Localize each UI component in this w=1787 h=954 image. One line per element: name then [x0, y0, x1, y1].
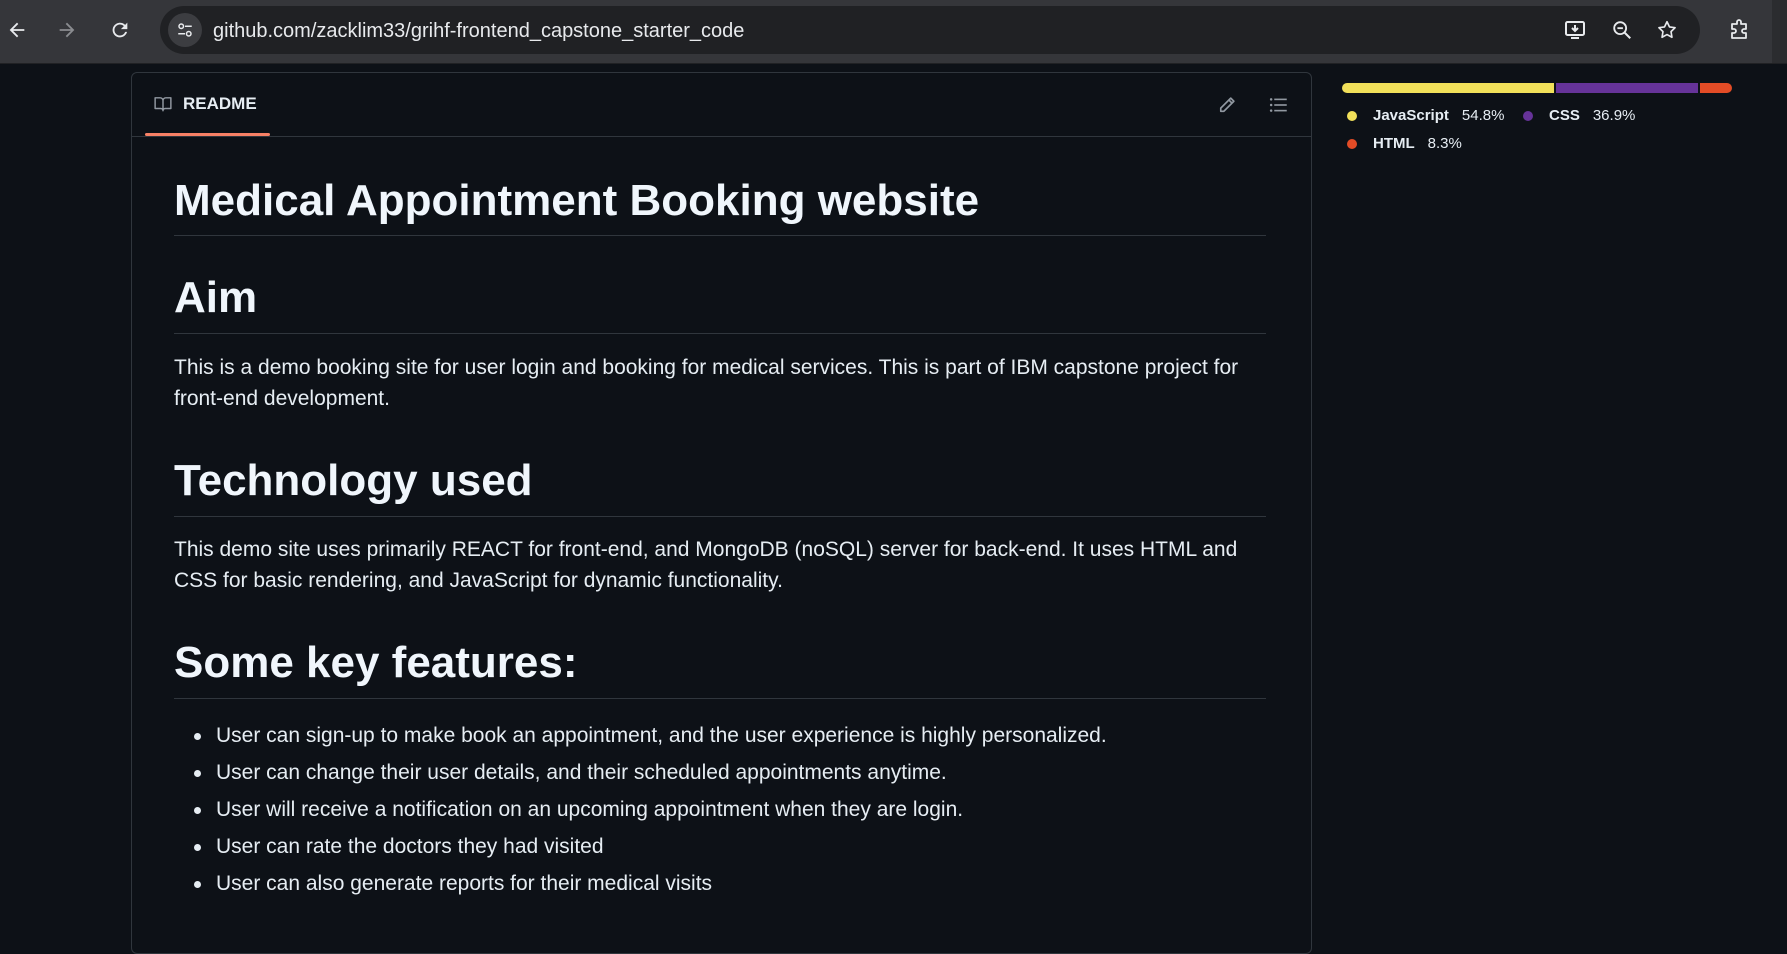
readme-tab[interactable]: README [145, 73, 270, 135]
reload-button[interactable] [103, 13, 137, 47]
puzzle-icon [1731, 19, 1747, 39]
arrow-left-icon [9, 22, 25, 38]
language-item-css[interactable]: CSS 36.9% [1523, 107, 1635, 124]
language-percent: 54.8% [1461, 107, 1505, 124]
language-item-javascript[interactable]: JavaScript 54.8% [1347, 107, 1504, 124]
active-tab-indicator [145, 133, 270, 136]
section-heading: Technology used [174, 456, 533, 505]
section-paragraph: This is a demo booking site for user log… [174, 356, 1239, 410]
arrow-right-icon [59, 22, 75, 38]
language-color-dot [1523, 110, 1533, 121]
back-button[interactable] [0, 13, 34, 47]
heading-divider [174, 698, 1266, 699]
site-info-button[interactable] [168, 13, 202, 47]
list-item: User will receive a notification on an u… [174, 791, 1266, 828]
list-item: User can rate the doctors they had visit… [174, 828, 1266, 865]
language-name: CSS [1549, 107, 1580, 124]
language-bar-segment [1342, 83, 1554, 93]
tune-icon [178, 23, 192, 37]
language-color-dot [1347, 138, 1357, 149]
readme-title: Medical Appointment Booking website [174, 176, 980, 225]
readme-header: README [132, 73, 1311, 137]
list-item: User can sign-up to make book an appoint… [174, 717, 1266, 754]
readme-panel: README Medical Appointment Booking websi… [131, 72, 1312, 954]
language-name: HTML [1373, 135, 1415, 152]
language-bar [1342, 83, 1732, 93]
language-item-html[interactable]: HTML 8.3% [1347, 135, 1462, 152]
list-item: User can change their user details, and … [174, 754, 1266, 791]
section-heading: Some key features: [174, 638, 578, 687]
forward-button[interactable] [50, 13, 84, 47]
install-icon [1565, 21, 1585, 39]
list-unordered-icon [1269, 98, 1287, 112]
language-percent: 8.3% [1427, 135, 1462, 152]
url-text[interactable]: github.com/zacklim33/grihf-frontend_caps… [213, 20, 744, 43]
list-item: User can also generate reports for their… [174, 865, 1266, 902]
install-app-button[interactable] [1560, 15, 1590, 45]
outline-button[interactable] [1262, 89, 1294, 121]
heading-divider [174, 333, 1266, 334]
zoom-button[interactable] [1607, 15, 1637, 45]
edit-readme-button[interactable] [1211, 89, 1243, 121]
address-bar[interactable]: github.com/zacklim33/grihf-frontend_caps… [160, 6, 1700, 54]
language-bar-segment [1699, 83, 1732, 93]
language-color-dot [1347, 110, 1357, 121]
browser-toolbar: github.com/zacklim33/grihf-frontend_caps… [0, 0, 1787, 64]
language-percent: 36.9% [1592, 107, 1636, 124]
reload-icon [112, 22, 128, 38]
heading-divider [174, 516, 1266, 517]
extensions-button[interactable] [1722, 13, 1756, 47]
pencil-icon [1219, 97, 1235, 113]
zoom-out-icon [1613, 21, 1631, 39]
bookmark-button[interactable] [1652, 15, 1682, 45]
book-icon [154, 97, 172, 112]
readme-tab-label: README [183, 94, 257, 113]
section-paragraph: This demo site uses primarily REACT for … [174, 538, 1238, 592]
language-name: JavaScript [1373, 107, 1449, 124]
window-edge [1772, 0, 1787, 63]
features-list: User can sign-up to make book an appoint… [174, 717, 1266, 902]
star-icon [1658, 20, 1676, 39]
section-heading: Aim [174, 273, 258, 322]
heading-divider [174, 235, 1266, 236]
language-bar-segment [1555, 83, 1698, 93]
